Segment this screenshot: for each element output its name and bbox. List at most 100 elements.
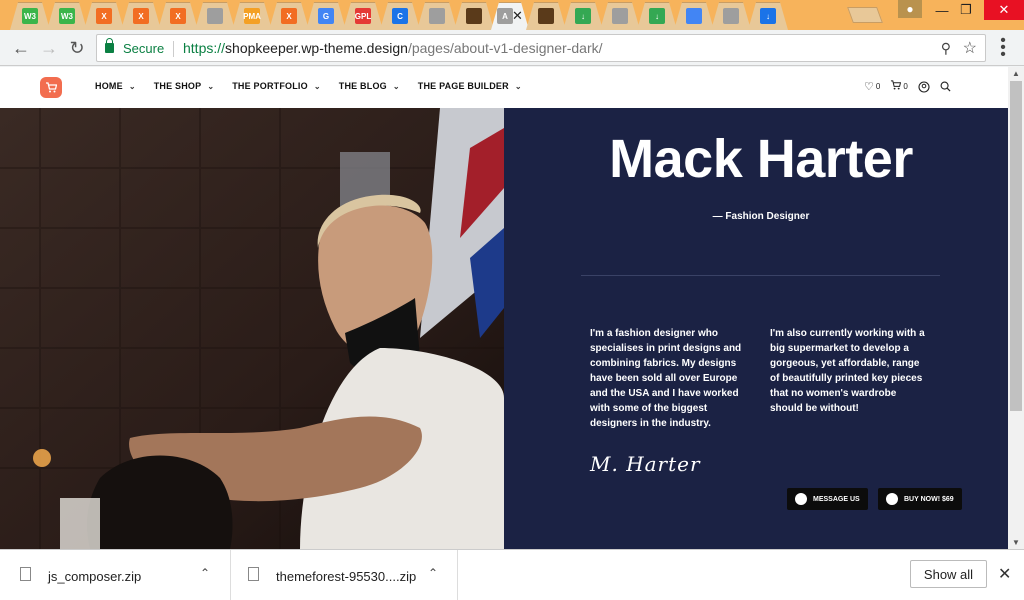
hero-panel: Mack Harter — Fashion Designer I'm a fas… (504, 108, 1008, 549)
show-all-button[interactable]: Show all (910, 560, 987, 588)
browser-tab[interactable]: ↓ (637, 2, 677, 30)
omnibox-divider (173, 41, 174, 57)
message-us-button[interactable]: MESSAGE US (787, 488, 868, 510)
back-icon[interactable]: ← (10, 37, 32, 59)
image-favicon-icon (538, 8, 554, 24)
restore-icon[interactable]: ❐ (950, 0, 982, 20)
profile-icon[interactable]: ● (898, 0, 922, 18)
nav-item[interactable]: THE SHOP ⌄ (154, 81, 215, 91)
url-path: /pages/about-v1-designer-dark/ (407, 40, 603, 56)
browser-tab[interactable] (195, 2, 235, 30)
browser-tab[interactable] (711, 2, 751, 30)
gpl-favicon-icon: GPL (355, 8, 371, 24)
docs-favicon-icon (686, 8, 702, 24)
file-icon (248, 567, 259, 581)
bookmark-star-icon[interactable]: ☆ (963, 38, 977, 58)
scroll-down-icon[interactable]: ▼ (1012, 538, 1020, 547)
nav-item[interactable]: THE PAGE BUILDER ⌄ (418, 81, 522, 91)
scroll-thumb[interactable] (1010, 81, 1022, 411)
zoom-icon[interactable]: ⚲ (941, 40, 951, 57)
heart-icon: ♡ (864, 81, 874, 93)
reload-icon[interactable]: ↻ (66, 37, 88, 59)
browser-tab[interactable] (417, 2, 457, 30)
envato-icon (886, 493, 898, 505)
tab-close-icon[interactable]: ✕ (512, 8, 523, 24)
site-logo-cart-icon[interactable] (40, 77, 62, 98)
chevron-down-icon: ⌄ (207, 82, 215, 91)
browser-tab-active[interactable]: A ✕ (491, 2, 529, 30)
web-page: HOME ⌄ THE SHOP ⌄ THE PORTFOLIO ⌄ THE BLOG ⌄ THE… (0, 67, 1008, 549)
bio-paragraph-right: I'm also currently working with a big su… (770, 328, 925, 414)
messenger-icon (795, 493, 807, 505)
browser-tab[interactable]: GPL (343, 2, 383, 30)
wishlist-link[interactable]: ♡ 0 (864, 80, 880, 93)
xampp-favicon-icon: X (170, 8, 186, 24)
search-icon[interactable] (940, 81, 951, 92)
browser-tab[interactable]: X (84, 2, 124, 30)
signature: M. Harter (590, 452, 701, 476)
download-item[interactable]: themeforest-95530....zip ⌃ (248, 550, 458, 600)
browser-tab[interactable]: W3 (10, 2, 50, 30)
nav-item[interactable]: HOME ⌄ (95, 81, 136, 91)
browser-tab[interactable]: G (306, 2, 346, 30)
browser-tab[interactable]: X (269, 2, 309, 30)
page-favicon-icon (207, 8, 223, 24)
chevron-down-icon: ⌄ (313, 82, 321, 91)
browser-tab[interactable] (526, 2, 566, 30)
browser-tab[interactable]: W3 (47, 2, 87, 30)
browser-tab[interactable]: C (380, 2, 420, 30)
scroll-up-icon[interactable]: ▲ (1012, 69, 1020, 78)
download-bar: js_composer.zip ⌃ themeforest-95530....z… (0, 549, 1024, 600)
browser-tab[interactable]: X (121, 2, 161, 30)
buy-now-button[interactable]: BUY NOW! $69 (878, 488, 962, 510)
lock-icon (105, 38, 114, 53)
nav-item-label: THE SHOP (153, 81, 202, 91)
tab-strip: W3 W3 X X X PMA X G GPL C A ✕ ↓ ↓ ↓ ● — ❐ ✕ (0, 0, 1024, 30)
browser-tab[interactable]: X (158, 2, 198, 30)
chevron-up-icon[interactable]: ⌃ (200, 566, 210, 580)
browser-tab[interactable]: ↓ (563, 2, 603, 30)
download-arrow-favicon-icon: ↓ (760, 8, 776, 24)
chevron-up-icon[interactable]: ⌃ (428, 566, 438, 580)
tab-list: W3 W3 X X X PMA X G GPL C A ✕ ↓ ↓ ↓ (10, 2, 785, 30)
active-tab-favicon-icon: A (497, 8, 513, 24)
url-text[interactable]: https://shopkeeper.wp-theme.design/pages… (183, 40, 603, 56)
hero-subtitle: — Fashion Designer (712, 211, 810, 222)
bio-paragraph-left: I'm a fashion designer who specialises i… (590, 328, 742, 429)
nav-item[interactable]: THE PORTFOLIO ⌄ (232, 81, 321, 91)
page-favicon-icon (723, 8, 739, 24)
page-favicon-icon (429, 8, 445, 24)
nav-item[interactable]: THE BLOG ⌄ (339, 81, 400, 91)
cart-count: 0 (903, 82, 908, 91)
page-scrollbar[interactable]: ▲ ▼ (1008, 67, 1024, 549)
browser-tab[interactable]: PMA (232, 2, 272, 30)
account-icon[interactable] (918, 80, 930, 93)
chevron-down-icon: ⌄ (128, 82, 136, 91)
cart-icon (890, 80, 902, 93)
message-us-label: MESSAGE US (813, 495, 860, 503)
w3-favicon-icon: W3 (59, 8, 75, 24)
browser-tab[interactable]: ↓ (748, 2, 788, 30)
forward-icon[interactable]: → (38, 37, 60, 59)
address-bar[interactable]: Secure https://shopkeeper.wp-theme.desig… (96, 34, 986, 62)
window-close-icon[interactable]: ✕ (984, 0, 1024, 20)
new-tab-button[interactable] (847, 7, 883, 23)
url-scheme: https:// (183, 40, 226, 56)
download-item[interactable]: js_composer.zip ⌃ (20, 550, 231, 600)
hero-photo (0, 108, 504, 549)
page-favicon-icon (612, 8, 628, 24)
wishlist-count: 0 (875, 82, 881, 91)
site-header: HOME ⌄ THE SHOP ⌄ THE PORTFOLIO ⌄ THE BLOG ⌄ THE… (0, 67, 1008, 108)
browser-tab[interactable] (600, 2, 640, 30)
xampp-favicon-icon: X (96, 8, 112, 24)
secure-label: Secure (123, 41, 165, 56)
close-icon[interactable]: ✕ (998, 564, 1011, 584)
cart-link[interactable]: 0 (890, 80, 908, 93)
nav-item-label: THE PORTFOLIO (232, 81, 308, 91)
browser-tab[interactable] (674, 2, 714, 30)
nav-item-label: THE PAGE BUILDER (417, 81, 509, 91)
google-favicon-icon: G (318, 8, 334, 24)
browser-tab[interactable] (454, 2, 494, 30)
browser-menu-icon[interactable]: • • • (996, 33, 1010, 63)
chevron-down-icon: ⌄ (514, 82, 522, 91)
